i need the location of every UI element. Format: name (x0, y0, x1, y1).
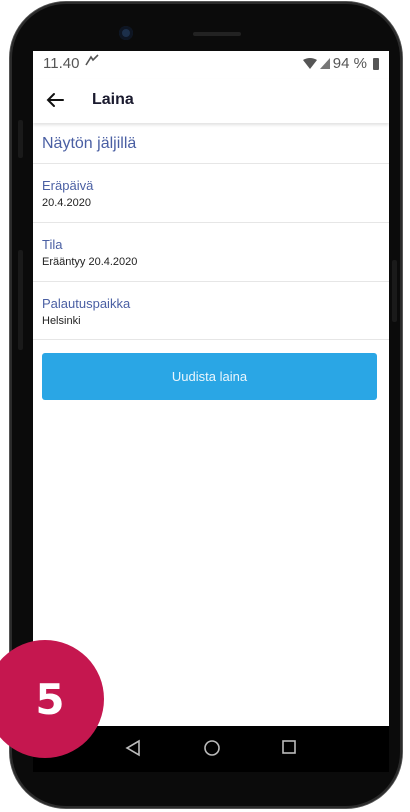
status-time: 11.40 (43, 55, 80, 72)
due-date-label: Eräpäivä (42, 178, 94, 193)
renew-loan-button[interactable]: Uudista laina (42, 353, 377, 400)
earpiece-speaker (193, 32, 241, 36)
back-triangle-icon[interactable] (125, 739, 141, 762)
signal-icon (319, 58, 330, 69)
volume-up-button (18, 120, 23, 158)
loan-item-title: Näytön jäljillä (42, 135, 137, 152)
app-bar: Laina (33, 79, 389, 123)
battery-percent: 94 % (332, 55, 367, 72)
divider (33, 339, 389, 340)
status-value: Erääntyy 20.4.2020 (42, 256, 138, 268)
back-arrow-icon[interactable] (43, 90, 67, 110)
battery-icon (373, 57, 379, 70)
divider (33, 163, 389, 164)
status-label: Tila (42, 237, 63, 252)
app-screen: 11.40 94 % Laina Näytön jäljillä Eräpäiv… (33, 51, 389, 726)
wifi-icon (302, 58, 317, 69)
front-camera (119, 26, 133, 40)
volume-down-button (18, 250, 23, 350)
home-circle-icon[interactable] (203, 739, 221, 762)
page-title: Laina (92, 91, 134, 108)
divider (33, 222, 389, 223)
return-location-value: Helsinki (42, 315, 81, 327)
notification-icon (85, 54, 99, 69)
status-bar: 11.40 94 % (33, 51, 389, 75)
due-date-value: 20.4.2020 (42, 197, 91, 209)
step-number: 5 (35, 674, 65, 724)
recents-square-icon[interactable] (281, 739, 297, 760)
status-indicators: 94 % (302, 55, 379, 72)
divider (33, 281, 389, 282)
return-location-label: Palautuspaikka (42, 296, 131, 311)
power-button (392, 260, 397, 322)
